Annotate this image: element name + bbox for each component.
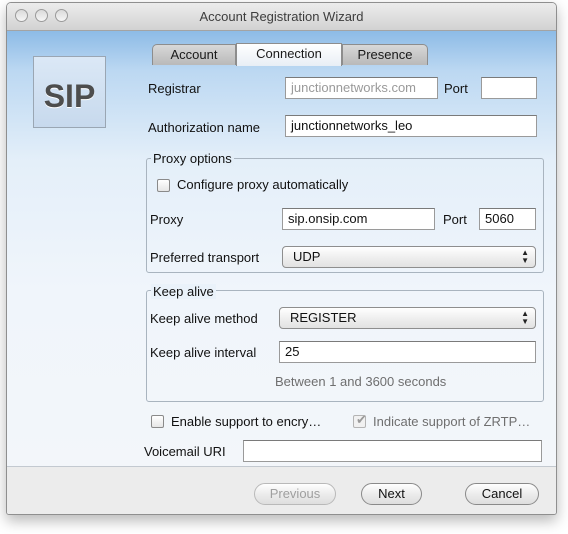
sip-logo-text: SIP [43, 78, 96, 114]
checkmark-icon: ✔ [356, 412, 367, 427]
select-arrows-icon: ▲ ▼ [521, 248, 529, 265]
preferred-transport-value: UDP [293, 249, 321, 264]
configure-proxy-auto-label: Configure proxy automatically [177, 177, 349, 192]
keep-alive-method-select[interactable]: REGISTER ▲ ▼ [279, 307, 536, 329]
proxy-label: Proxy [150, 212, 184, 227]
tab-account[interactable]: Account [152, 44, 236, 65]
configure-proxy-auto-checkbox[interactable] [157, 179, 170, 192]
keep-alive-method-value: REGISTER [290, 310, 357, 325]
enable-encryption-label: Enable support to encry… [171, 414, 322, 429]
auth-name-label: Authorization name [148, 120, 261, 135]
indicate-zrtp-label: Indicate support of ZRTP… [373, 414, 531, 429]
select-arrows-icon: ▲ ▼ [521, 309, 529, 326]
keep-alive-interval-hint: Between 1 and 3600 seconds [275, 374, 447, 389]
auth-name-input[interactable]: junctionnetworks_leo [285, 115, 537, 137]
keep-alive-method-label: Keep alive method [150, 311, 258, 326]
tab-connection[interactable]: Connection [236, 43, 342, 66]
registrar-port-input[interactable] [481, 77, 537, 99]
preferred-transport-label: Preferred transport [150, 250, 260, 265]
cancel-button[interactable]: Cancel [465, 483, 539, 505]
tab-presence[interactable]: Presence [342, 44, 428, 65]
keep-alive-title: Keep alive [151, 284, 216, 299]
sip-logo: SIP [33, 56, 106, 128]
proxy-port-label: Port [443, 212, 467, 227]
next-button[interactable]: Next [361, 483, 422, 505]
keep-alive-interval-label: Keep alive interval [150, 345, 257, 360]
preferred-transport-select[interactable]: UDP ▲ ▼ [282, 246, 536, 268]
window-title: Account Registration Wizard [199, 9, 364, 24]
wizard-window: Account Registration Wizard SIP Account … [6, 2, 557, 515]
proxy-port-input[interactable]: 5060 [479, 208, 536, 230]
enable-encryption-checkbox[interactable] [151, 415, 164, 428]
indicate-zrtp-checkbox[interactable]: ✔ [353, 412, 367, 428]
voicemail-uri-input[interactable] [243, 440, 542, 462]
tab-bar: Account Connection Presence [152, 43, 428, 67]
proxy-input[interactable]: sip.onsip.com [282, 208, 435, 230]
proxy-options-title: Proxy options [151, 151, 234, 166]
registrar-port-label: Port [444, 81, 468, 96]
keep-alive-interval-input[interactable]: 25 [279, 341, 536, 363]
title-bar: Account Registration Wizard [7, 3, 556, 31]
previous-button[interactable]: Previous [254, 483, 336, 505]
voicemail-uri-label: Voicemail URI [144, 444, 226, 459]
registrar-label: Registrar [148, 81, 201, 96]
registrar-input[interactable]: junctionnetworks.com [285, 77, 438, 99]
